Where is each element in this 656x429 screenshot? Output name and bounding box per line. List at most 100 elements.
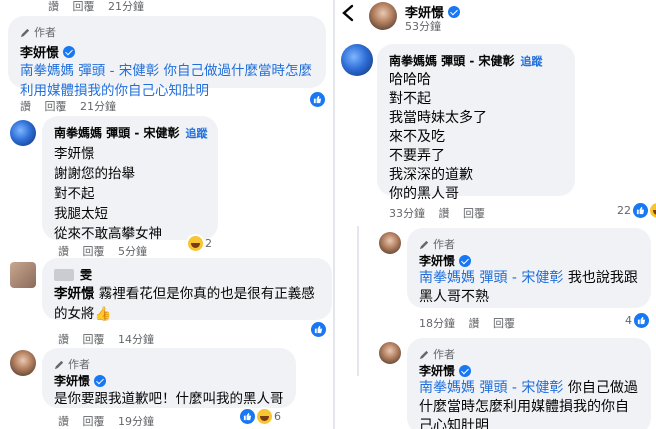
comment-text: 南拳媽媽 彈頭 - 宋健彰 你自己做過什麼當時怎麼利用媒體損我的你自己心知肚明 [20,63,313,99]
reaction-summary[interactable]: 2 [188,236,212,251]
avatar[interactable] [10,262,36,288]
verified-badge-icon [459,254,472,267]
comment-text: 南拳媽媽 彈頭 - 宋健彰 你自己做過什麼當時怎麼利用媒體損我的你自己心知肚明 [419,380,638,429]
avatar[interactable] [379,342,401,364]
mention-tag[interactable]: 南拳媽媽 彈頭 - 宋健彰 [419,270,563,286]
text-line: 從來不敢高攀女神 [54,226,162,242]
timestamp: 5分鐘 [118,245,147,258]
like-reaction-icon [634,313,649,328]
text-line: 我深深的道歉 [389,167,473,183]
like-count: 22 [617,204,631,217]
comment-bubble: 南拳媽媽 彈頭 - 宋健彰 追蹤 哈哈哈 對不起 我當時妹太多了 來不及吃 不要… [377,44,575,202]
verified-badge-icon [448,5,461,18]
like-reaction-icon [240,409,255,424]
header-avatar[interactable] [369,2,397,30]
pencil-icon [419,350,429,359]
text-line: 我腿太短 [54,206,108,222]
comment-bubble: 南拳媽媽 彈頭 - 宋健彰 追蹤 李妍憬 謝謝您的抬舉 對不起 我腿太短 從來不… [42,116,218,242]
comment-bubble-author: 作者 李妍憬 南拳媽媽 彈頭 - 宋健彰 我也說我跟黑人哥不熟 [407,228,651,308]
like-link[interactable]: 讚 [58,415,69,428]
like-reaction-icon [633,203,648,218]
reaction-count: 2 [205,237,212,250]
left-screenshot-panel: 讚 回覆 21分鐘 作者 李妍憬 南拳媽媽 彈頭 - 宋健彰 你自己做過什麼當時… [0,0,333,429]
comment-actions: 讚 回覆 14分鐘 [58,331,164,347]
right-screenshot-panel: 李妍憬 53分鐘 南拳媽媽 彈頭 - 宋健彰 追蹤 哈哈哈 對不起 我當時妹太多… [335,0,656,429]
like-link[interactable]: 讚 [58,245,69,258]
back-arrow-icon[interactable] [341,4,355,22]
comment-text: 是你要跟我道歉吧！什麼叫我的黑人哥 [54,391,284,407]
commenter-name[interactable]: 李妍憬 [419,252,639,269]
mention-tag[interactable]: 李妍憬 [54,286,95,302]
text-line: 哈哈哈 [389,72,431,88]
reply-link[interactable]: 回覆 [83,245,105,258]
reply-link[interactable]: 回覆 [83,415,105,428]
reaction-summary[interactable]: 4 [625,313,649,328]
reply-link[interactable]: 回覆 [73,0,95,13]
like-link[interactable]: 讚 [469,317,480,330]
like-reaction-icon[interactable] [311,322,326,337]
haha-emoji-icon [650,203,656,218]
avatar[interactable] [10,350,36,376]
verified-badge-icon [459,364,472,377]
reply-link[interactable]: 回覆 [493,317,515,330]
comment-bubble-author: 作者 李妍憬 南拳媽媽 彈頭 - 宋健彰 你自己做過什麼當時怎麼利用媒體損我的你… [407,338,651,429]
like-count: 4 [625,314,632,327]
pencil-icon [419,240,429,249]
comment-actions: 18分鐘 讚 回覆 [419,315,525,331]
timestamp: 21分鐘 [80,100,116,113]
reaction-summary[interactable]: 22 [617,203,656,218]
author-badge: 作者 [20,24,314,40]
commenter-name[interactable]: 李妍憬 [20,42,314,61]
comment-actions: 33分鐘 讚 回覆 [389,205,495,221]
avatar[interactable] [341,44,373,76]
text-line: 對不起 [389,91,431,107]
author-badge: 作者 [54,356,284,372]
mention-tag[interactable]: 南拳媽媽 彈頭 - 宋健彰 [419,380,563,396]
timestamp: 14分鐘 [118,333,154,346]
like-link[interactable]: 讚 [439,207,450,220]
comment-bubble-author: 作者 李妍憬 南拳媽媽 彈頭 - 宋健彰 你自己做過什麼當時怎麼利用媒體損我的你… [8,16,326,99]
reply-link[interactable]: 回覆 [83,333,105,346]
commenter-name[interactable]: 雯 [54,266,320,283]
like-link[interactable]: 讚 [58,333,69,346]
like-link[interactable]: 讚 [20,100,31,113]
comment-text: 南拳媽媽 彈頭 - 宋健彰 我也說我跟黑人哥不熟 [419,270,638,305]
comment-actions: 讚 回覆 19分鐘 [58,413,164,429]
reaction-summary[interactable]: 6 [240,409,281,424]
timestamp: 33分鐘 [389,207,425,220]
comment-text: 李妍憬 霧裡看花但是你真的也是很有正義感的女將👍 [54,286,315,322]
comment-actions: 讚 回覆 5分鐘 [58,243,157,259]
header-time: 53分鐘 [405,20,441,33]
commenter-name[interactable]: 李妍憬 [54,372,284,389]
timestamp: 19分鐘 [118,415,154,428]
avatar[interactable] [10,120,36,146]
haha-emoji-icon [257,409,272,424]
comment-bubble: 雯 李妍憬 霧裡看花但是你真的也是很有正義感的女將👍 [42,258,332,322]
text-line: 不要弄了 [389,148,445,164]
reaction-count: 6 [274,410,281,423]
text-line: 來不及吃 [389,129,445,145]
like-reaction-icon[interactable] [310,92,325,107]
author-badge: 作者 [419,236,639,252]
avatar[interactable] [379,232,401,254]
commenter-name[interactable]: 李妍憬 [419,362,639,379]
comment-actions: 讚 回覆 21分鐘 [20,98,126,114]
comment-bubble-author: 作者 李妍憬 是你要跟我道歉吧！什麼叫我的黑人哥 [42,348,296,408]
comment-text: 李妍憬 謝謝您的抬舉 對不起 我腿太短 從來不敢高攀女神 [54,144,206,244]
like-link[interactable]: 讚 [48,0,59,13]
pencil-icon [20,28,30,37]
commenter-name[interactable]: 南拳媽媽 彈頭 - 宋健彰 追蹤 [54,124,208,141]
thread-line [357,226,359,376]
comment-text: 哈哈哈 對不起 我當時妹太多了 來不及吃 不要弄了 我深深的道歉 你的黑人哥 [389,71,563,204]
timestamp: 21分鐘 [108,0,144,13]
follow-link[interactable]: 追蹤 [186,125,208,141]
commenter-name[interactable]: 南拳媽媽 彈頭 - 宋健彰 追蹤 [389,52,563,69]
verified-badge-icon [63,45,76,58]
reply-link[interactable]: 回覆 [45,100,67,113]
text-line: 我當時妹太多了 [389,110,487,126]
reply-link[interactable]: 回覆 [463,207,485,220]
author-badge: 作者 [419,346,639,362]
text-line: 對不起 [54,186,95,202]
timestamp: 18分鐘 [419,317,455,330]
follow-link[interactable]: 追蹤 [521,53,543,69]
